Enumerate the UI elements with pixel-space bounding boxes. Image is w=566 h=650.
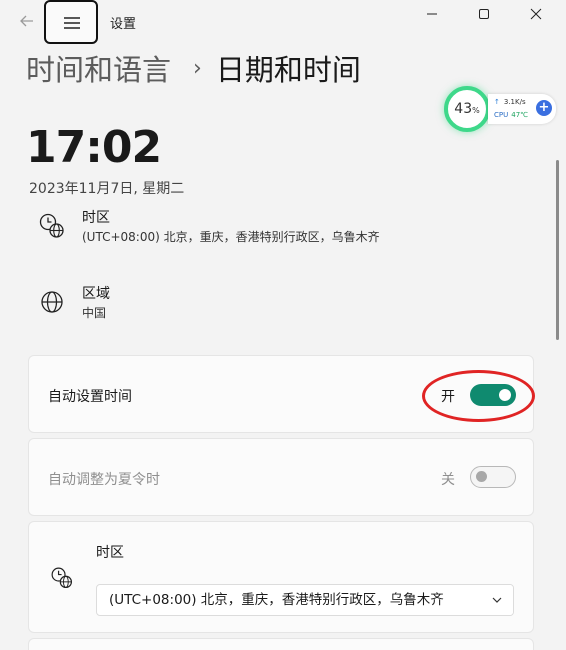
timezone-selected-value: (UTC+08:00) 北京，重庆，香港特别行政区，乌鲁木齐 — [109, 592, 444, 608]
breadcrumb: 时间和语言 › 日期和时间 — [26, 46, 361, 90]
region-value: 中国 — [82, 306, 107, 320]
back-button[interactable] — [16, 10, 38, 32]
chevron-down-icon — [492, 597, 502, 603]
auto-time-label: 自动设置时间 — [48, 389, 132, 405]
usage-percent-unit: % — [472, 106, 480, 115]
timezone-card-label: 时区 — [96, 545, 124, 561]
breadcrumb-parent[interactable]: 时间和语言 — [26, 47, 171, 89]
annotation-circle — [422, 370, 535, 422]
timezone-title: 时区 — [82, 210, 110, 226]
system-monitor-widget[interactable]: 43% ↑ 3.1K/s CPU 47℃ + — [444, 86, 556, 132]
plus-icon[interactable]: + — [536, 100, 552, 116]
current-time: 17:02 — [26, 122, 162, 173]
clock-globe-icon — [39, 213, 64, 238]
timezone-select[interactable]: (UTC+08:00) 北京，重庆，香港特别行政区，乌鲁木齐 — [96, 584, 514, 616]
widget-stats: ↑ 3.1K/s CPU 47℃ + — [488, 94, 556, 124]
cpu-temp: CPU 47℃ — [494, 111, 528, 119]
next-card — [28, 638, 534, 650]
upload-arrow-icon: ↑ — [494, 98, 500, 106]
cpu-label: CPU — [494, 111, 509, 119]
net-speed-value: 3.1K/s — [503, 98, 526, 106]
chevron-down-wrapper — [481, 585, 513, 615]
minimize-icon — [427, 13, 437, 15]
close-icon — [530, 8, 542, 20]
menu-button[interactable] — [44, 0, 98, 44]
toggle-knob — [476, 471, 487, 482]
hamburger-icon — [64, 17, 80, 29]
timezone-card: 时区 (UTC+08:00) 北京，重庆，香港特别行政区，乌鲁木齐 — [28, 521, 534, 633]
auto-dst-card: 自动调整为夏令时 关 — [28, 438, 534, 516]
network-speed: ↑ 3.1K/s — [494, 98, 526, 106]
title-bar: 设置 — [0, 0, 566, 44]
timezone-value: (UTC+08:00) 北京，重庆，香港特别行政区，乌鲁木齐 — [82, 230, 380, 244]
globe-icon — [41, 291, 63, 313]
timezone-info: 时区 (UTC+08:00) 北京，重庆，香港特别行政区，乌鲁木齐 — [38, 208, 380, 246]
page-title: 日期和时间 — [215, 53, 361, 87]
arrow-left-icon — [20, 15, 33, 27]
region-title: 区域 — [82, 286, 110, 302]
maximize-icon — [479, 9, 489, 19]
region-info: 区域 中国 — [38, 284, 110, 322]
auto-dst-label: 自动调整为夏令时 — [48, 472, 160, 488]
usage-percent: 43 — [454, 101, 473, 117]
current-date: 2023年11月7日, 星期二 — [29, 181, 185, 197]
auto-dst-toggle[interactable] — [470, 466, 516, 488]
clock-globe-icon — [51, 567, 73, 589]
app-title: 设置 — [110, 17, 137, 32]
cpu-temp-value: 47℃ — [511, 111, 529, 119]
close-button[interactable] — [522, 4, 550, 24]
minimize-button[interactable] — [418, 4, 446, 24]
auto-dst-state: 关 — [441, 472, 455, 488]
breadcrumb-separator: › — [193, 55, 202, 81]
cpu-usage-gauge: 43% — [444, 86, 490, 132]
scrollbar[interactable] — [556, 160, 559, 340]
maximize-button[interactable] — [470, 4, 498, 24]
